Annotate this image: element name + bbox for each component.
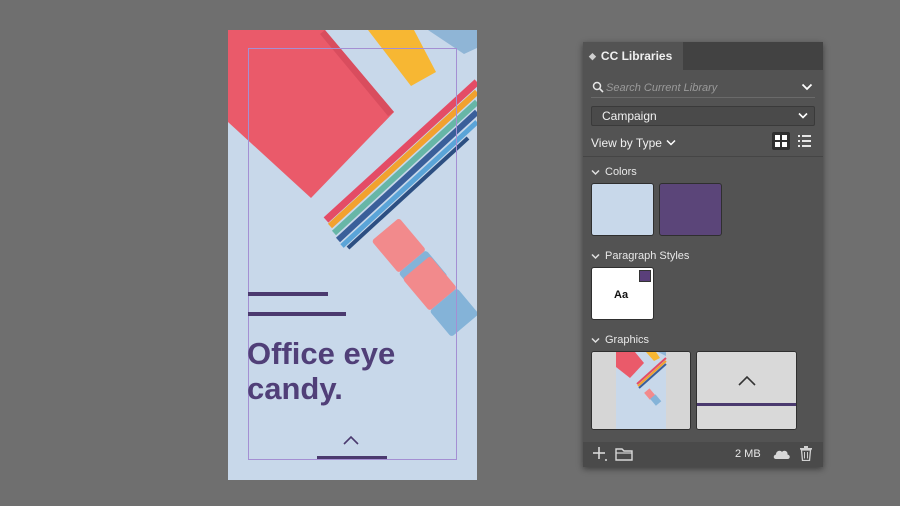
tab-cc-libraries[interactable]: ◆ CC Libraries bbox=[583, 42, 683, 70]
graphic-tile-photo[interactable] bbox=[591, 351, 691, 430]
search-icon bbox=[592, 81, 604, 93]
paragraph-color-chip bbox=[639, 270, 651, 282]
grid-view-button[interactable] bbox=[772, 132, 790, 150]
grid-view-icon bbox=[775, 135, 787, 147]
add-icon[interactable] bbox=[592, 446, 608, 462]
artboard-canvas[interactable]: Office eye candy. bbox=[228, 30, 477, 480]
view-by-type-menu[interactable]: View by Type bbox=[591, 135, 676, 151]
tab-label: CC Libraries bbox=[600, 49, 673, 63]
headline-text[interactable]: Office eye candy. bbox=[247, 336, 462, 406]
trash-icon[interactable] bbox=[800, 446, 812, 461]
section-header-graphics[interactable]: Graphics bbox=[591, 333, 649, 347]
search-input[interactable] bbox=[606, 79, 791, 97]
section-label-paragraph-styles: Paragraph Styles bbox=[605, 250, 690, 262]
storage-size: 2 MB bbox=[735, 448, 761, 460]
chevron-down-icon bbox=[591, 253, 600, 259]
chevron-down-icon bbox=[591, 337, 600, 343]
section-header-paragraph-styles[interactable]: Paragraph Styles bbox=[591, 249, 689, 263]
swipe-up-bar bbox=[317, 456, 387, 459]
decorative-rule-top bbox=[248, 292, 328, 296]
section-header-colors[interactable]: Colors bbox=[591, 165, 637, 179]
collapse-arrows-icon: ◆ bbox=[589, 50, 596, 61]
panel-tab-bar: ◆ CC Libraries bbox=[583, 42, 823, 70]
search-row bbox=[591, 78, 815, 98]
chevron-up-icon bbox=[343, 435, 359, 445]
list-view-button[interactable] bbox=[795, 132, 813, 150]
paragraph-style-preview: Aa bbox=[614, 289, 629, 301]
list-view-icon bbox=[797, 135, 811, 147]
chevron-down-icon bbox=[798, 112, 808, 119]
section-label-graphics: Graphics bbox=[605, 334, 650, 346]
decorative-rule-bottom bbox=[248, 312, 346, 316]
color-swatch-purple[interactable] bbox=[659, 183, 722, 236]
folder-icon[interactable] bbox=[615, 447, 633, 461]
section-label-colors: Colors bbox=[605, 166, 637, 178]
view-by-label: View by Type bbox=[591, 136, 662, 150]
graphic-tile-swipe-up[interactable] bbox=[696, 351, 797, 430]
stationery-photo bbox=[228, 30, 477, 336]
panel-footer: 2 MB bbox=[583, 442, 823, 467]
paragraph-style-tile[interactable]: Aa bbox=[591, 267, 654, 320]
cc-libraries-panel: ◆ CC Libraries Campaign View by Type bbox=[583, 42, 823, 467]
graphic-thumbnail-swipe-up bbox=[697, 352, 796, 429]
chevron-down-icon bbox=[591, 169, 600, 175]
chevron-down-icon[interactable] bbox=[801, 82, 813, 92]
divider bbox=[583, 156, 823, 157]
graphic-thumbnail-photo bbox=[592, 352, 690, 429]
chevron-down-icon bbox=[666, 139, 676, 146]
library-selected-value: Campaign bbox=[602, 109, 657, 123]
color-swatch-light-blue[interactable] bbox=[591, 183, 654, 236]
cloud-icon[interactable] bbox=[772, 447, 791, 461]
library-dropdown[interactable]: Campaign bbox=[591, 106, 815, 126]
